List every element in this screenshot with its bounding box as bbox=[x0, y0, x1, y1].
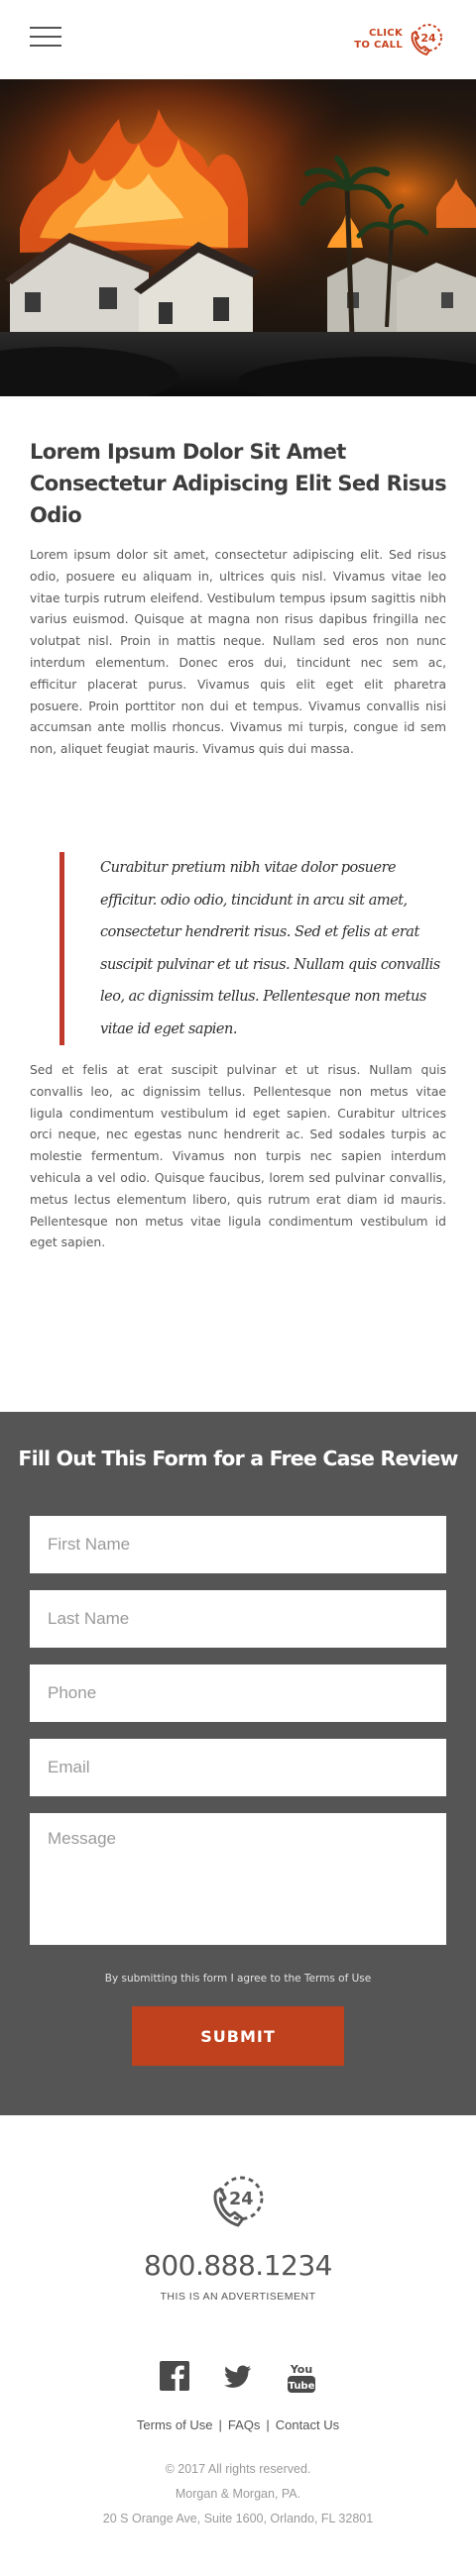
hero-image bbox=[0, 79, 476, 396]
company-address: 20 S Orange Ave, Suite 1600, Orlando, FL… bbox=[102, 2512, 374, 2525]
youtube-icon[interactable]: You Tube bbox=[287, 2361, 316, 2393]
phone-24-icon: 24 bbox=[411, 24, 442, 55]
social-links: You Tube bbox=[0, 2361, 476, 2393]
svg-text:Tube: Tube bbox=[289, 2381, 315, 2392]
article-paragraph-1: Lorem ipsum dolor sit amet, consectetur … bbox=[30, 548, 446, 757]
twitter-icon[interactable] bbox=[223, 2361, 253, 2391]
last-name-input[interactable] bbox=[30, 1590, 446, 1648]
blockquote-text: Curabitur pretium nibh vitae dolor posue… bbox=[100, 860, 440, 1037]
svg-text:You: You bbox=[290, 2363, 312, 2376]
form-title: Fill Out This Form for a Free Case Revie… bbox=[18, 1447, 458, 1470]
link-separator: | bbox=[218, 2417, 222, 2432]
terms-notice: By submitting this form I agree to the T… bbox=[104, 1973, 372, 1985]
article-paragraph-2: Sed et felis at erat suscipit pulvinar e… bbox=[30, 1063, 446, 1250]
phone-24-icon: 24 bbox=[213, 2176, 264, 2227]
footer-links: Terms of Use | FAQs | Contact Us bbox=[0, 2417, 476, 2432]
blockquote: Curabitur pretium nibh vitae dolor posue… bbox=[60, 852, 447, 1045]
faqs-link[interactable]: FAQs bbox=[228, 2417, 261, 2432]
email-input[interactable] bbox=[30, 1739, 446, 1796]
hero-fire-illustration bbox=[0, 79, 476, 396]
terms-of-use-link[interactable]: Terms of Use bbox=[137, 2417, 213, 2432]
submit-button[interactable]: SUBMIT bbox=[132, 2006, 344, 2066]
click-to-call-button[interactable]: CLICK TO CALL 24 bbox=[354, 18, 446, 61]
svg-text:24: 24 bbox=[229, 2190, 253, 2209]
phone-input[interactable] bbox=[30, 1664, 446, 1722]
menu-icon[interactable] bbox=[30, 27, 61, 51]
article-title: Lorem Ipsum Dolor Sit Amet Consectetur A… bbox=[30, 440, 447, 527]
click-to-call-line2: TO CALL bbox=[354, 40, 403, 51]
site-header: CLICK TO CALL 24 bbox=[0, 0, 476, 79]
case-review-form: Fill Out This Form for a Free Case Revie… bbox=[0, 1412, 476, 2115]
message-textarea[interactable] bbox=[30, 1813, 446, 1945]
first-name-input[interactable] bbox=[30, 1516, 446, 1573]
company-name: Morgan & Morgan, PA. bbox=[175, 2487, 301, 2501]
site-footer: 24 800.888.1234 THIS IS AN ADVERTISEMENT… bbox=[0, 2115, 476, 2576]
article: Lorem Ipsum Dolor Sit Amet Consectetur A… bbox=[30, 436, 447, 1249]
copyright: © 2017 All rights reserved. bbox=[165, 2462, 311, 2476]
advertisement-notice: THIS IS AN ADVERTISEMENT bbox=[160, 2291, 316, 2303]
click-to-call-label: CLICK TO CALL bbox=[354, 28, 403, 52]
contact-us-link[interactable]: Contact Us bbox=[276, 2417, 339, 2432]
phone-number[interactable]: 800.888.1234 bbox=[0, 2249, 476, 2282]
link-separator: | bbox=[266, 2417, 270, 2432]
svg-text:24: 24 bbox=[420, 32, 436, 45]
facebook-icon[interactable] bbox=[160, 2361, 189, 2391]
click-to-call-line1: CLICK bbox=[368, 28, 403, 39]
